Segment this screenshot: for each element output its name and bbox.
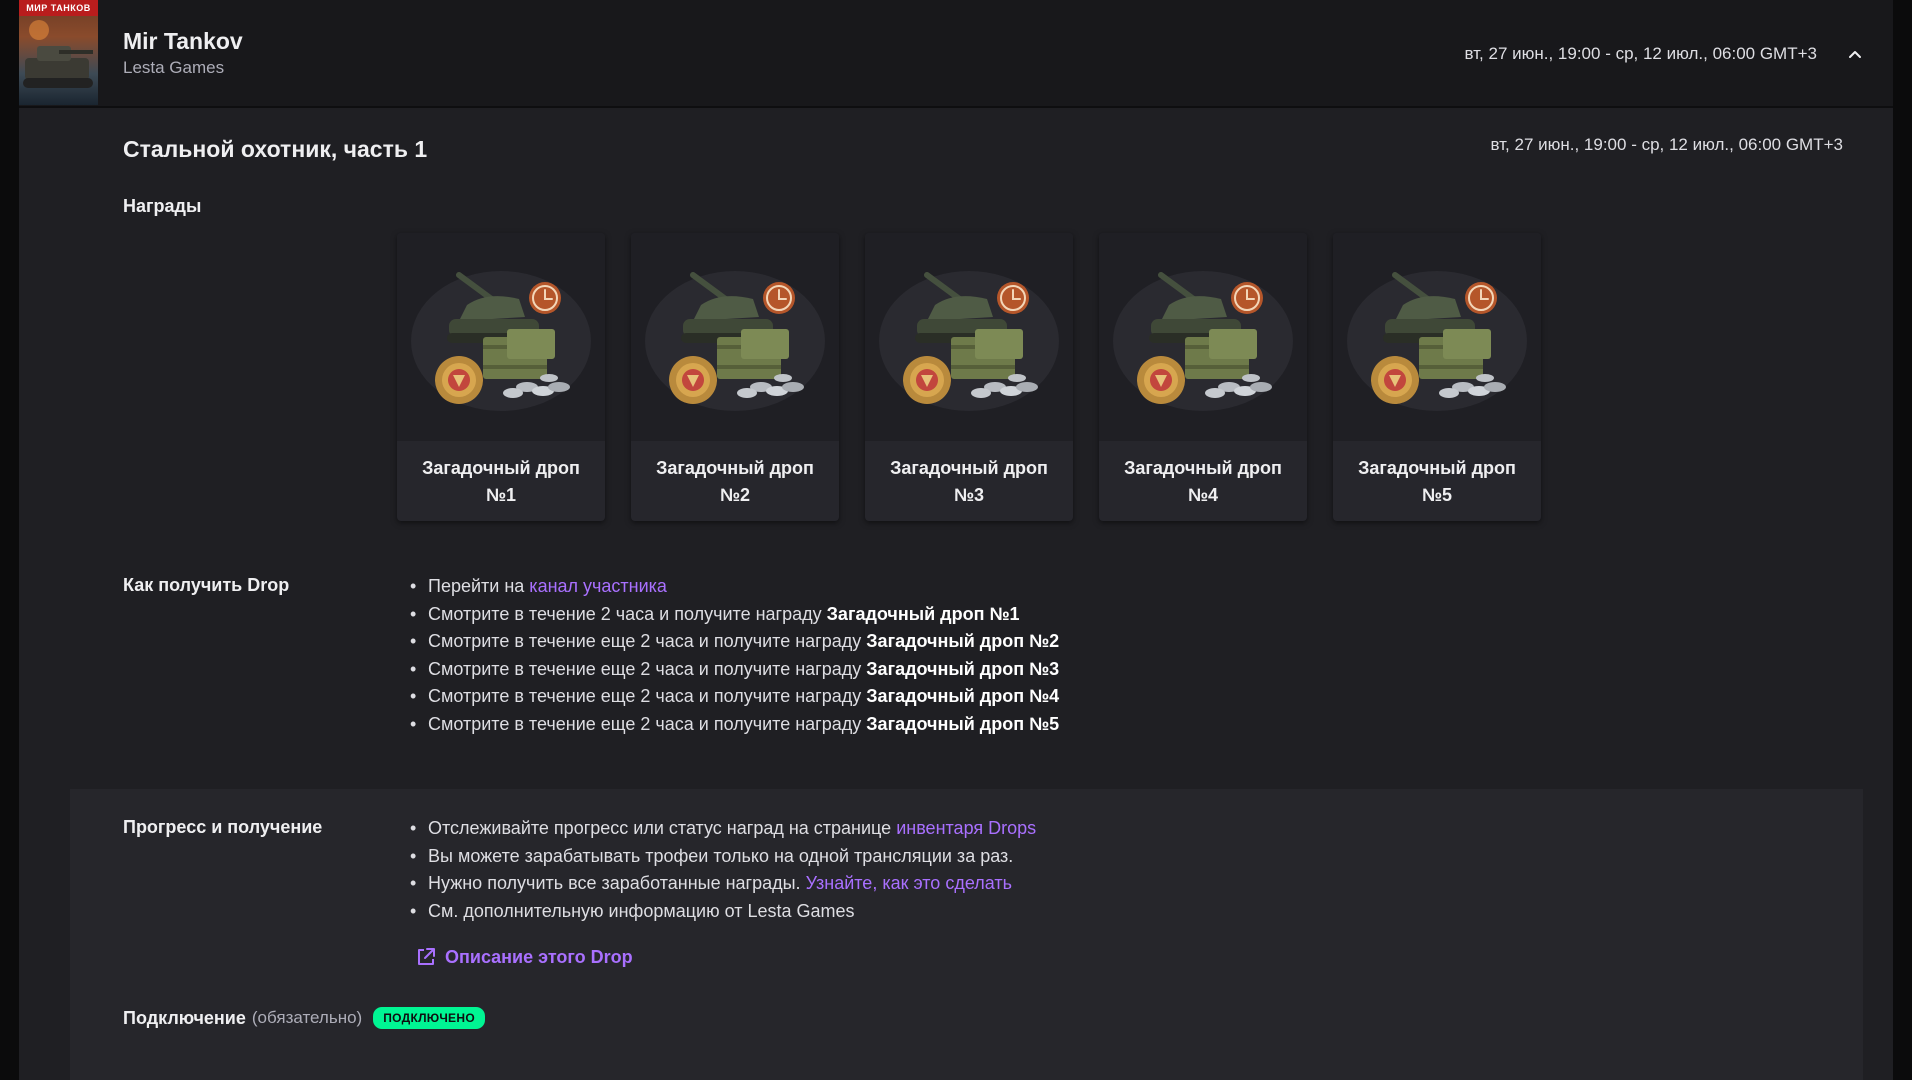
track-text: Отслеживайте прогресс или статус наград … xyxy=(428,818,892,838)
watch-text: Смотрите в течение 2 часа и получите наг… xyxy=(428,603,822,624)
list-item: Смотрите в течение еще 2 часа и получите… xyxy=(410,628,1059,656)
reward-name-line1: Загадочный дроп xyxy=(656,458,814,478)
list-item: Отслеживайте прогресс или статус наград … xyxy=(410,815,1036,843)
game-publisher: Lesta Games xyxy=(123,58,225,77)
reward-name: Загадочный дроп №1 xyxy=(397,441,605,509)
rewards-list: Загадочный дроп №1 Загадочный дроп №2 За… xyxy=(397,233,1541,521)
reward-name-line2: №2 xyxy=(719,485,751,505)
reward-ref: Загадочный дроп №4 xyxy=(866,686,1060,706)
go-to-text: Перейти на xyxy=(428,576,525,596)
header-dates: вт, 27 июн., 19:00 - ср, 12 июл., 06:00 … xyxy=(1464,44,1817,63)
watch-text: Смотрите в течение еще 2 часа и получите… xyxy=(428,686,862,706)
list-item: Вы можете зарабатывать трофеи только на … xyxy=(410,843,1036,871)
reward-ref: Загадочный дроп №3 xyxy=(866,658,1060,679)
drop-description-link[interactable]: Описание этого Drop xyxy=(415,946,633,968)
list-item: Смотрите в течение 2 часа и получите наг… xyxy=(410,601,1059,629)
reward-name-line1: Загадочный дроп xyxy=(890,458,1048,478)
more-info-text: См. дополнительную информацию от Lesta G… xyxy=(428,900,855,921)
reward-image xyxy=(397,233,605,441)
reward-name-line1: Загадочный дроп xyxy=(1124,458,1282,478)
reward-card[interactable]: Загадочный дроп №5 xyxy=(1333,233,1541,521)
learn-how-link[interactable]: Узнайте, как это сделать xyxy=(806,873,1012,893)
list-item: Смотрите в течение еще 2 часа и получите… xyxy=(410,711,1059,739)
channel-link[interactable]: канал участника xyxy=(529,576,667,596)
list-item: Смотрите в течение еще 2 часа и получите… xyxy=(410,656,1059,684)
reward-image xyxy=(1099,233,1307,441)
watch-text: Смотрите в течение еще 2 часа и получите… xyxy=(428,658,862,679)
reward-card[interactable]: Загадочный дроп №1 xyxy=(397,233,605,521)
connection-hint: (обязательно) xyxy=(251,1008,363,1027)
progress-list: Отслеживайте прогресс или статус наград … xyxy=(410,815,1036,925)
drop-campaign-page: МИР ТАНКОВ Mir Tankov Lesta Games вт, 27… xyxy=(19,0,1893,1080)
list-item: См. дополнительную информацию от Lesta G… xyxy=(410,898,1036,926)
reward-ref: Загадочный дроп №5 xyxy=(866,713,1060,734)
external-link-icon xyxy=(418,948,435,965)
reward-name: Загадочный дроп №4 xyxy=(1099,441,1307,509)
one-stream-text: Вы можете зарабатывать трофеи только на … xyxy=(428,845,1014,866)
how-to-list: Перейти на канал участника Смотрите в те… xyxy=(410,573,1059,738)
reward-name-line2: №4 xyxy=(1187,485,1219,505)
connection-label: Подключение xyxy=(123,1007,246,1028)
watch-text: Смотрите в течение еще 2 часа и получите… xyxy=(428,631,862,651)
reward-name: Загадочный дроп №2 xyxy=(631,441,839,509)
reward-name-line2: №5 xyxy=(1421,485,1453,505)
connected-status-badge: ПОДКЛЮЧЕНО xyxy=(373,1007,485,1029)
list-item: Перейти на канал участника xyxy=(410,573,1059,601)
list-item: Нужно получить все заработанные награды.… xyxy=(410,870,1036,898)
reward-name-line1: Загадочный дроп xyxy=(422,458,580,478)
reward-image xyxy=(865,233,1073,441)
reward-card[interactable]: Загадочный дроп №2 xyxy=(631,233,839,521)
reward-card[interactable]: Загадочный дроп №4 xyxy=(1099,233,1307,521)
reward-name-line1: Загадочный дроп xyxy=(1358,458,1516,478)
claim-text: Нужно получить все заработанные награды. xyxy=(428,873,801,893)
reward-image xyxy=(1333,233,1541,441)
chevron-up-icon xyxy=(1849,51,1861,58)
reward-ref: Загадочный дроп №1 xyxy=(826,603,1020,624)
progress-label: Прогресс и получение xyxy=(123,817,323,837)
reward-ref: Загадочный дроп №2 xyxy=(866,631,1060,651)
connection-row: Подключение (обязательно) ПОДКЛЮЧЕНО xyxy=(123,1007,485,1029)
inventory-link[interactable]: инвентаря Drops xyxy=(896,818,1036,838)
campaign-dates: вт, 27 июн., 19:00 - ср, 12 июл., 06:00 … xyxy=(1490,135,1843,154)
watch-text: Смотрите в течение еще 2 часа и получите… xyxy=(428,713,862,734)
reward-card[interactable]: Загадочный дроп №3 xyxy=(865,233,1073,521)
collapse-button[interactable] xyxy=(1839,38,1871,70)
reward-name-line2: №1 xyxy=(485,485,517,505)
game-title[interactable]: Mir Tankov xyxy=(123,28,243,55)
reward-name: Загадочный дроп №5 xyxy=(1333,441,1541,509)
how-to-label: Как получить Drop xyxy=(123,575,290,595)
campaign-title: Стальной охотник, часть 1 xyxy=(123,136,428,162)
list-item: Смотрите в течение еще 2 часа и получите… xyxy=(410,683,1059,711)
reward-name: Загадочный дроп №3 xyxy=(865,441,1073,509)
rewards-label: Награды xyxy=(123,196,202,216)
reward-name-line2: №3 xyxy=(953,485,985,505)
game-cover-image[interactable]: МИР ТАНКОВ xyxy=(19,0,98,105)
reward-image xyxy=(631,233,839,441)
game-header: МИР ТАНКОВ Mir Tankov Lesta Games вт, 27… xyxy=(19,0,1893,108)
drop-description-link-label: Описание этого Drop xyxy=(445,946,633,967)
